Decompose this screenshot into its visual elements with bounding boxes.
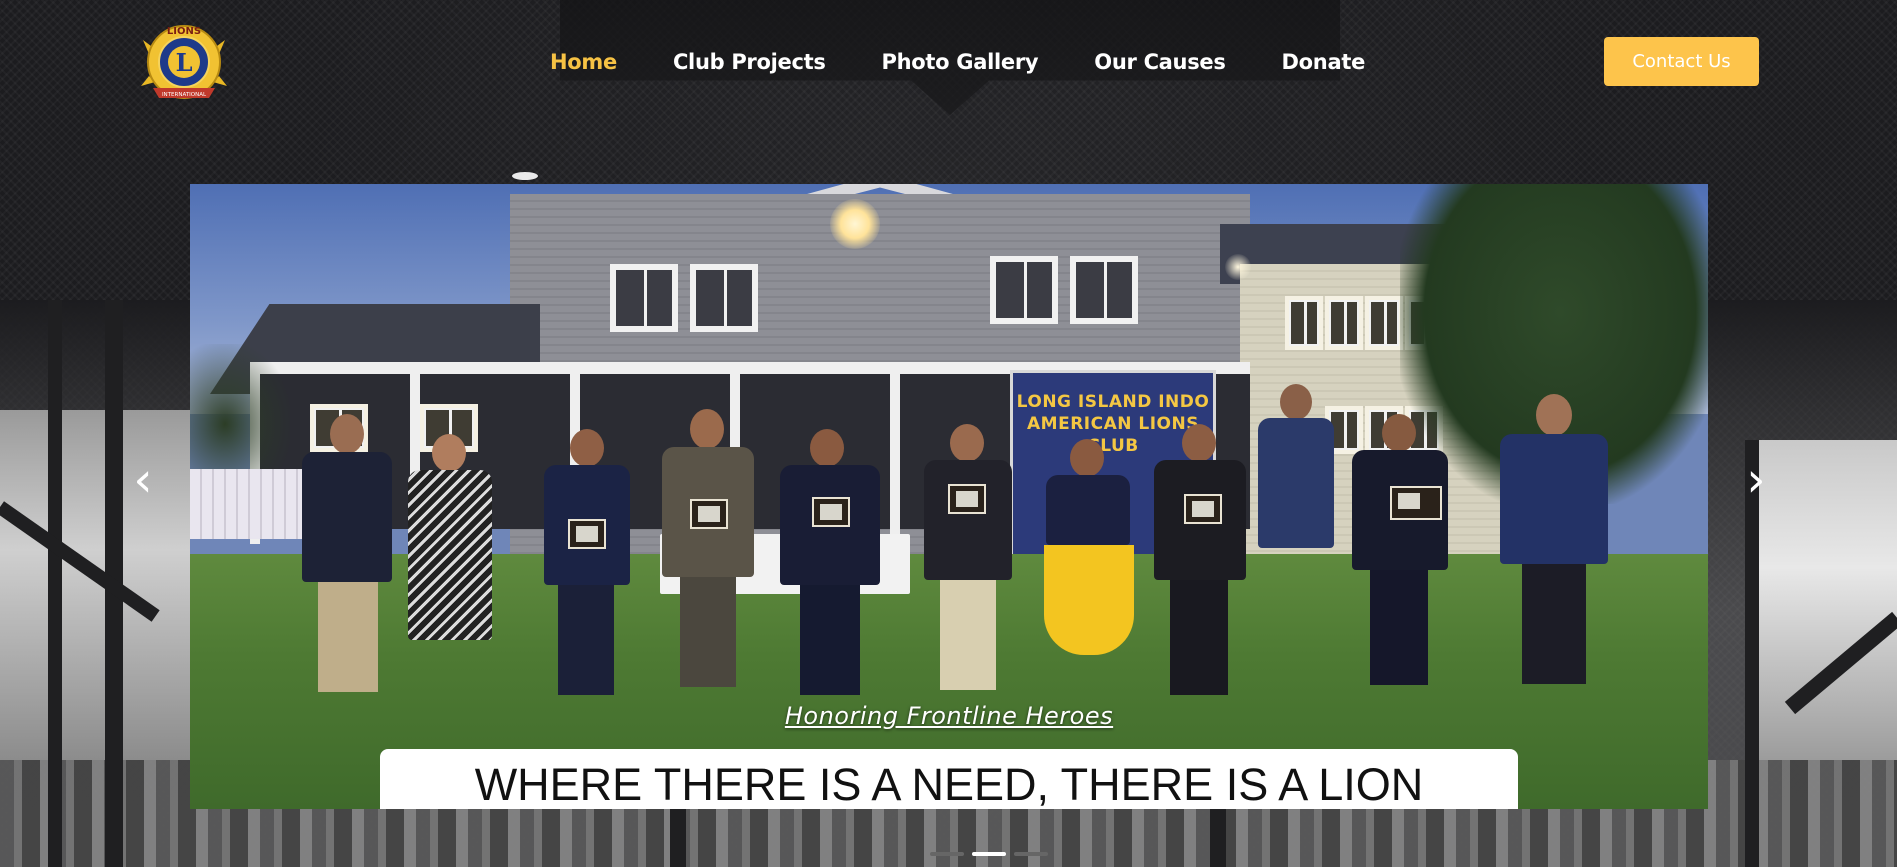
hero-subtitle[interactable]: Honoring Frontline Heroes xyxy=(190,702,1708,730)
hero-window xyxy=(1285,296,1323,350)
slider-dot[interactable] xyxy=(1014,852,1048,856)
lions-logo-icon: L LIONS INTERNATIONAL xyxy=(141,25,227,99)
slider-dots xyxy=(930,852,1048,858)
nav-home[interactable]: Home xyxy=(550,44,617,80)
background-sky-left xyxy=(0,410,190,760)
nav-our-causes[interactable]: Our Causes xyxy=(1094,44,1226,80)
nav-donate[interactable]: Donate xyxy=(1282,44,1366,80)
hero-title-box: WHERE THERE IS A NEED, THERE IS A LION xyxy=(380,749,1518,809)
chevron-left-icon[interactable]: ‹ xyxy=(128,456,158,504)
hero-window xyxy=(610,264,678,332)
main-nav: Home Club Projects Photo Gallery Our Cau… xyxy=(550,44,1421,80)
hero-fence xyxy=(190,469,310,539)
hero-window xyxy=(690,264,758,332)
hero-porch-post xyxy=(890,369,900,544)
svg-text:INTERNATIONAL: INTERNATIONAL xyxy=(162,92,207,98)
hero-window xyxy=(1070,256,1138,324)
hero-window xyxy=(990,256,1058,324)
svg-text:LIONS: LIONS xyxy=(167,26,201,37)
nav-photo-gallery[interactable]: Photo Gallery xyxy=(882,44,1039,80)
svg-text:L: L xyxy=(176,48,193,77)
slider-dot-active[interactable] xyxy=(972,852,1006,856)
contact-us-button[interactable]: Contact Us xyxy=(1604,37,1759,86)
page: L LIONS INTERNATIONAL Home Club Projects… xyxy=(0,0,1897,867)
background-beam xyxy=(48,300,62,867)
site-header: L LIONS INTERNATIONAL Home Club Projects… xyxy=(0,0,1897,140)
hero-title: WHERE THERE IS A NEED, THERE IS A LION xyxy=(474,759,1424,809)
hero-slide-image: LONG ISLAND INDO AMERICAN LIONS CLUB Hon… xyxy=(190,184,1708,809)
hero-porch-lamp xyxy=(830,199,880,249)
hero-wall-lamp xyxy=(1225,254,1251,280)
lions-logo[interactable]: L LIONS INTERNATIONAL xyxy=(139,16,229,106)
hero-window xyxy=(1365,296,1403,350)
decorative-light xyxy=(512,172,538,180)
slider-dot[interactable] xyxy=(930,852,964,856)
hero-window xyxy=(1325,296,1363,350)
chevron-right-icon[interactable]: › xyxy=(1741,456,1771,504)
nav-club-projects[interactable]: Club Projects xyxy=(673,44,826,80)
background-beam xyxy=(1210,808,1226,867)
background-beam xyxy=(670,808,686,867)
